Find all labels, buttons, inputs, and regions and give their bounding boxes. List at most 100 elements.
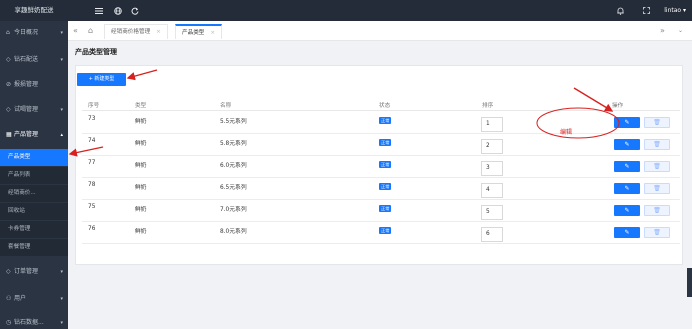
status-badge: 正常 bbox=[379, 183, 392, 190]
brand-logo: 享趣鲜奶配送 bbox=[14, 6, 54, 14]
table-header: 序号 类型 名称 状态 排序 操作 bbox=[82, 97, 680, 111]
sidebar: ⌂ 今日概况 ▾ ◇ 钻石配送 ▾ ⊘ 报损管理 ◇ 试喝管理 ▾ ▦ 产品管理 ▴ 产品类型 产… bbox=[0, 21, 68, 329]
sort-input[interactable]: 1 bbox=[481, 117, 503, 132]
globe-icon[interactable] bbox=[114, 0, 122, 21]
trash-icon: 🗑 bbox=[653, 207, 661, 214]
sidebar-sub-coupons[interactable]: 卡券管理 bbox=[0, 221, 68, 238]
tab-label: 产品类型 bbox=[182, 30, 205, 36]
table-row: 75 鲜奶 7.0元系列 正常 5 ✎ 🗑 bbox=[82, 200, 680, 222]
status-badge: 正常 bbox=[379, 139, 392, 146]
sidebar-item-diamond-data[interactable]: ◷ 钻石数据... ▾ bbox=[0, 312, 68, 329]
tab-product-type[interactable]: 产品类型 × bbox=[175, 24, 223, 39]
table-row: 76 鲜奶 8.0元系列 正常 6 ✎ 🗑 bbox=[82, 222, 680, 244]
sidebar-sub-dealer-price[interactable]: 经销商价... bbox=[0, 185, 68, 202]
chevron-down-icon: ▾ bbox=[60, 320, 63, 326]
cell-type: 鲜奶 bbox=[135, 163, 147, 169]
sidebar-item-products[interactable]: ▦ 产品管理 ▴ bbox=[0, 124, 68, 146]
cell-id: 76 bbox=[88, 226, 96, 232]
pencil-icon: ✎ bbox=[624, 185, 630, 192]
sort-input[interactable]: 6 bbox=[481, 227, 503, 242]
chevron-down-icon: ▾ bbox=[60, 107, 63, 113]
sidebar-item-diamond-delivery[interactable]: ◇ 钻石配送 ▾ bbox=[0, 49, 68, 71]
pencil-icon: ✎ bbox=[624, 163, 630, 170]
edit-button[interactable]: ✎ bbox=[614, 161, 640, 172]
chevron-down-icon: ▾ bbox=[60, 296, 63, 302]
column-header-sort: 排序 bbox=[482, 103, 494, 109]
sidebar-sub-product-type[interactable]: 产品类型 bbox=[0, 149, 68, 166]
status-badge: 正常 bbox=[379, 227, 392, 234]
sort-input[interactable]: 5 bbox=[481, 205, 503, 220]
side-scroll-tab[interactable] bbox=[687, 268, 692, 297]
cell-type: 鲜奶 bbox=[135, 185, 147, 191]
edit-button[interactable]: ✎ bbox=[614, 183, 640, 194]
pencil-icon: ✎ bbox=[624, 207, 630, 214]
close-icon[interactable]: × bbox=[156, 29, 161, 35]
hamburger-icon[interactable] bbox=[95, 0, 103, 21]
cell-id: 78 bbox=[88, 182, 96, 188]
home-icon: ⌂ bbox=[6, 29, 10, 36]
edit-button[interactable]: ✎ bbox=[614, 117, 640, 128]
sidebar-item-orders[interactable]: ◇ 订单管理 ▾ bbox=[0, 261, 68, 283]
delete-button[interactable]: 🗑 bbox=[644, 117, 670, 128]
tabs-bar: « ⌂ 经销商价格管理 × 产品类型 × » ⌄ bbox=[68, 21, 692, 41]
sort-input[interactable]: 3 bbox=[481, 161, 503, 176]
cell-id: 74 bbox=[88, 138, 96, 144]
delete-button[interactable]: 🗑 bbox=[644, 183, 670, 194]
table-row: 74 鲜奶 5.8元系列 正常 2 ✎ 🗑 bbox=[82, 134, 680, 156]
user-menu[interactable]: lintao ▾ bbox=[664, 0, 686, 21]
delete-button[interactable]: 🗑 bbox=[644, 161, 670, 172]
sidebar-sub-product-list[interactable]: 产品列表 bbox=[0, 167, 68, 184]
sidebar-item-users[interactable]: ⚇ 用户 ▾ bbox=[0, 288, 68, 310]
sidebar-item-label: 今日概况 bbox=[14, 29, 39, 36]
sidebar-sub-packages[interactable]: 套餐管理 bbox=[0, 239, 68, 256]
tab-dealer-price[interactable]: 经销商价格管理 × bbox=[104, 24, 168, 39]
trash-icon: 🗑 bbox=[653, 119, 661, 126]
cell-name: 5.5元系列 bbox=[220, 119, 247, 125]
sidebar-item-trial[interactable]: ◇ 试喝管理 ▾ bbox=[0, 99, 68, 121]
delete-button[interactable]: 🗑 bbox=[644, 139, 670, 150]
sidebar-item-label: 钻石数据... bbox=[14, 319, 44, 326]
cell-name: 6.5元系列 bbox=[220, 185, 247, 191]
sidebar-sub-recycle[interactable]: 回收站 bbox=[0, 203, 68, 220]
sidebar-item-loss[interactable]: ⊘ 报损管理 bbox=[0, 74, 68, 96]
close-icon[interactable]: × bbox=[210, 30, 215, 36]
home-tab-icon[interactable]: ⌂ bbox=[88, 21, 93, 41]
edit-button[interactable]: ✎ bbox=[614, 139, 640, 150]
sidebar-item-label: 报损管理 bbox=[14, 81, 39, 88]
tabs-scroll-right-icon[interactable]: » bbox=[660, 21, 665, 41]
annotation-label: 编辑 bbox=[560, 129, 573, 136]
cell-name: 7.0元系列 bbox=[220, 207, 247, 213]
delete-button[interactable]: 🗑 bbox=[644, 205, 670, 216]
column-header-id: 序号 bbox=[88, 103, 100, 109]
data-icon: ◷ bbox=[6, 319, 12, 326]
cell-type: 鲜奶 bbox=[135, 207, 147, 213]
report-icon: ⊘ bbox=[6, 81, 12, 88]
sort-input[interactable]: 4 bbox=[481, 183, 503, 198]
trash-icon: 🗑 bbox=[653, 163, 661, 170]
sidebar-item-label: 试喝管理 bbox=[14, 106, 39, 113]
add-type-button[interactable]: + 新建类型 bbox=[77, 73, 126, 86]
product-icon: ▦ bbox=[6, 131, 12, 138]
pencil-icon: ✎ bbox=[624, 119, 630, 126]
chevron-up-icon: ▴ bbox=[60, 132, 63, 138]
status-badge: 正常 bbox=[379, 205, 392, 212]
diamond-icon: ◇ bbox=[6, 56, 11, 63]
column-header-name: 名称 bbox=[220, 103, 232, 109]
table-row: 73 鲜奶 5.5元系列 正常 1 ✎ 🗑 bbox=[82, 112, 680, 134]
trash-icon: 🗑 bbox=[653, 141, 661, 148]
refresh-icon[interactable] bbox=[131, 0, 139, 21]
cell-type: 鲜奶 bbox=[135, 229, 147, 235]
fullscreen-icon[interactable] bbox=[643, 0, 650, 21]
edit-button[interactable]: ✎ bbox=[614, 227, 640, 238]
status-badge: 正常 bbox=[379, 117, 392, 124]
tabs-scroll-left-icon[interactable]: « bbox=[73, 21, 78, 41]
user-icon: ⚇ bbox=[6, 295, 12, 302]
sort-input[interactable]: 2 bbox=[481, 139, 503, 154]
edit-button[interactable]: ✎ bbox=[614, 205, 640, 216]
bell-icon[interactable] bbox=[617, 0, 624, 21]
tabs-dropdown-icon[interactable]: ⌄ bbox=[678, 21, 683, 41]
sidebar-item-today[interactable]: ⌂ 今日概况 ▾ bbox=[0, 22, 68, 44]
delete-button[interactable]: 🗑 bbox=[644, 227, 670, 238]
cell-id: 75 bbox=[88, 204, 96, 210]
table-row: 78 鲜奶 6.5元系列 正常 4 ✎ 🗑 bbox=[82, 178, 680, 200]
